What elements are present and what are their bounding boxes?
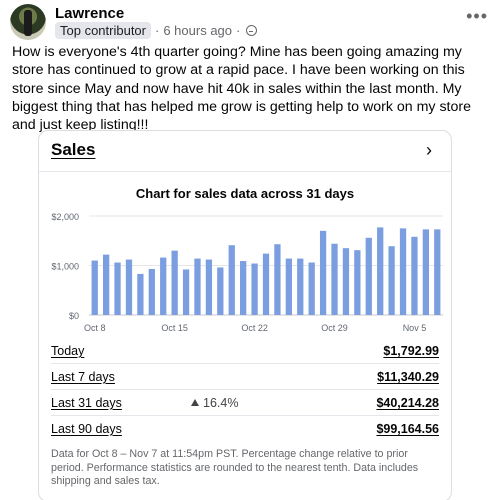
card-title[interactable]: Sales xyxy=(51,140,95,160)
bar xyxy=(205,259,213,315)
row-last-90-days[interactable]: Last 90 days $99,164.56 xyxy=(51,422,439,440)
bar xyxy=(319,230,327,315)
bar xyxy=(125,259,133,315)
row-value[interactable]: $1,792.99 xyxy=(383,344,439,358)
bar xyxy=(251,263,258,315)
chevron-right-icon[interactable]: › xyxy=(417,139,441,163)
row-divider xyxy=(51,363,439,364)
bar xyxy=(365,237,372,315)
bar xyxy=(228,245,235,315)
y-tick-label: $2,000 xyxy=(51,212,79,222)
x-tick-label: Oct 8 xyxy=(84,323,106,333)
bar xyxy=(274,244,281,315)
author-name[interactable]: Lawrence xyxy=(55,5,124,22)
avatar-figure xyxy=(24,10,32,36)
x-tick-label: Nov 5 xyxy=(403,323,427,333)
chart-title: Chart for sales data across 31 days xyxy=(135,186,355,201)
bar xyxy=(91,260,98,315)
x-tick-label: Oct 22 xyxy=(241,323,268,333)
post-meta: Top contributor · 6 hours ago · xyxy=(55,22,258,39)
row-label[interactable]: Last 7 days xyxy=(51,370,115,384)
globe-icon xyxy=(246,25,258,36)
bar xyxy=(285,258,292,315)
bar xyxy=(194,258,201,315)
bar xyxy=(114,262,121,315)
x-tick-label: Oct 15 xyxy=(161,323,188,333)
row-divider xyxy=(51,389,439,390)
bar xyxy=(422,229,430,315)
bar xyxy=(240,261,247,315)
row-label[interactable]: Last 31 days xyxy=(51,396,122,410)
change-value: 16.4% xyxy=(203,396,239,410)
bar xyxy=(137,273,144,315)
sales-chart: $2,000 $1,000 $0 Oct 8 Oct 15 Oct 22 Oct 29 Nov… xyxy=(51,212,443,333)
meta-separator-2: · xyxy=(236,23,241,38)
row-value[interactable]: $99,164.56 xyxy=(376,422,439,436)
post-time[interactable]: 6 hours ago xyxy=(163,23,232,38)
bar xyxy=(354,250,361,315)
avatar[interactable] xyxy=(10,4,46,40)
bar xyxy=(148,268,155,315)
row-last-31-days[interactable]: Last 31 days 16.4% $40,214.28 xyxy=(51,396,439,414)
bar xyxy=(434,229,441,315)
divider xyxy=(39,171,451,172)
bar xyxy=(308,262,315,315)
bar xyxy=(217,267,224,315)
row-value[interactable]: $11,340.29 xyxy=(377,370,439,384)
bar xyxy=(399,228,407,315)
y-tick-label: $0 xyxy=(69,311,79,321)
bar xyxy=(331,243,338,315)
bar xyxy=(342,248,350,315)
bar xyxy=(182,269,190,315)
more-icon[interactable]: ••• xyxy=(466,6,488,27)
row-divider xyxy=(51,415,439,416)
bar xyxy=(297,258,304,315)
y-tick-label: $1,000 xyxy=(51,262,79,272)
change-indicator: 16.4% xyxy=(191,396,238,410)
bar xyxy=(377,227,384,315)
row-value[interactable]: $40,214.28 xyxy=(376,396,439,410)
triangle-up-icon xyxy=(191,399,199,406)
row-label[interactable]: Last 90 days xyxy=(51,422,122,436)
bar xyxy=(171,250,178,315)
post-header: Lawrence Top contributor · 6 hours ago ·… xyxy=(8,2,492,40)
meta-separator: · xyxy=(155,23,160,38)
row-last-7-days[interactable]: Last 7 days $11,340.29 xyxy=(51,370,439,388)
x-tick-label: Oct 29 xyxy=(321,323,348,333)
bar xyxy=(411,236,418,315)
bar xyxy=(160,257,167,315)
bar xyxy=(262,253,270,315)
post-text: How is everyone's 4th quarter going? Min… xyxy=(12,44,471,134)
row-today[interactable]: Today $1,792.99 xyxy=(51,344,439,362)
row-label[interactable]: Today xyxy=(51,344,84,358)
top-contributor-badge[interactable]: Top contributor xyxy=(55,22,151,39)
footnote: Data for Oct 8 – Nov 7 at 11:54pm PST. P… xyxy=(51,448,419,487)
bar xyxy=(388,246,395,315)
bar xyxy=(102,254,110,315)
sales-card: Sales › Chart for sales data across 31 d… xyxy=(38,130,452,500)
